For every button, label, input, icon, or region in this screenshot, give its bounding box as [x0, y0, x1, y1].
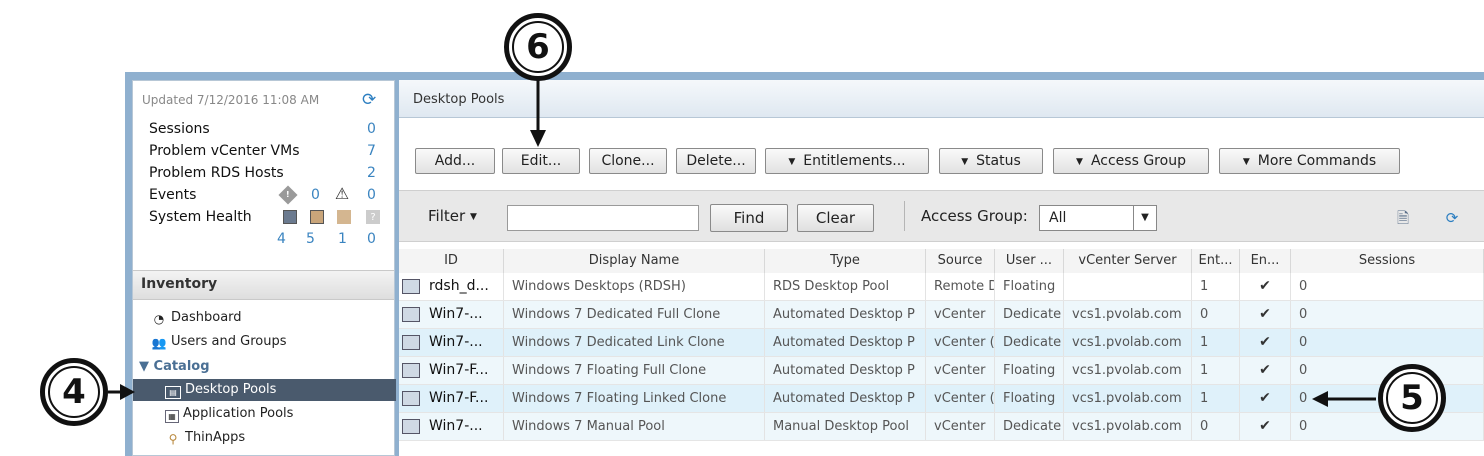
callout-arrows: [108, 80, 1376, 407]
callout-4: 4: [40, 358, 108, 426]
arrow-head-4: [120, 384, 135, 400]
arrow-head-6: [530, 130, 546, 147]
callout-6: 6: [504, 13, 572, 81]
callout-5: 5: [1378, 364, 1446, 432]
arrow-head-5: [1312, 391, 1328, 407]
